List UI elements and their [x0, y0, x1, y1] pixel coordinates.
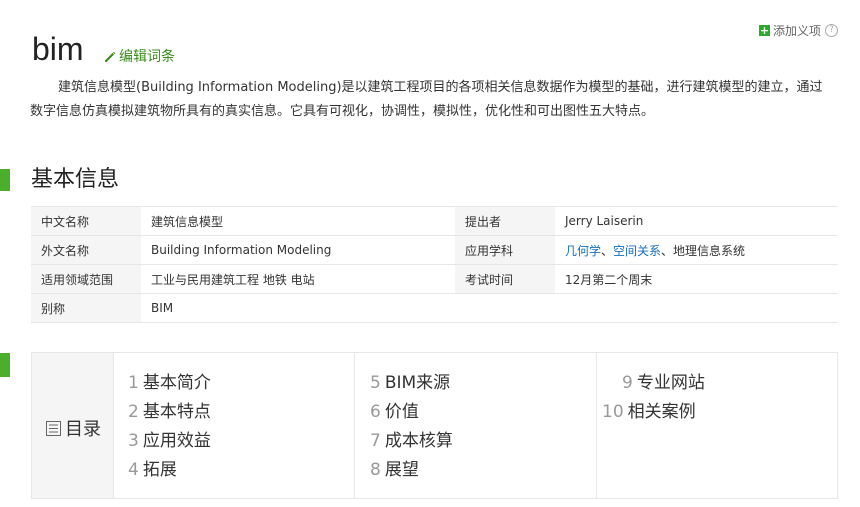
toc-item[interactable]: 9 专业网站	[612, 372, 705, 394]
section-accent-bar	[0, 353, 10, 377]
info-value: 几何学、空间关系、地理信息系统	[555, 235, 838, 265]
toc-item-number: 4	[128, 460, 139, 480]
toc-item-number: 10	[602, 402, 624, 422]
toc-column: 1 基本简介 2 基本特点 3 应用效益 4 拓展	[114, 353, 354, 498]
subject-link-geometry[interactable]: 几何学	[565, 244, 601, 258]
list-icon	[46, 420, 61, 436]
toc-item-label: BIM来源	[384, 373, 451, 393]
table-row: 适用领域范围 工业与民用建筑工程 地铁 电站 考试时间 12月第二个周末	[31, 264, 838, 294]
toc-header: 目录	[32, 353, 114, 498]
question-circle-icon[interactable]: ?	[825, 24, 838, 37]
toc-item-label: 应用效益	[142, 431, 211, 451]
toc-item-number: 1	[128, 373, 139, 393]
pencil-icon	[105, 51, 116, 62]
toc-item-number: 8	[370, 460, 381, 480]
toc-item[interactable]: 4 拓展	[128, 459, 177, 481]
info-label: 提出者	[455, 206, 555, 236]
toc-item-number: 6	[370, 402, 381, 422]
toc-item[interactable]: 1 基本简介	[128, 372, 211, 394]
plus-icon: +	[758, 24, 770, 37]
info-value: 建筑信息模型	[141, 206, 455, 236]
info-value: BIM	[141, 293, 455, 323]
toc-item-label: 成本核算	[384, 431, 453, 451]
toc-item[interactable]: 5 BIM来源	[370, 372, 450, 394]
info-empty-cell	[455, 293, 838, 323]
info-label: 适用领域范围	[31, 264, 141, 294]
toc-item-label: 专业网站	[636, 373, 705, 393]
toc-item-number: 2	[128, 402, 139, 422]
info-label: 别称	[31, 293, 141, 323]
section-accent-bar	[0, 169, 10, 191]
add-sense-link[interactable]: + 添加义项 ?	[758, 22, 838, 39]
table-row: 中文名称 建筑信息模型 提出者 Jerry Laiserin	[31, 206, 838, 236]
toc-item[interactable]: 7 成本核算	[370, 430, 453, 452]
info-label: 应用学科	[455, 235, 555, 265]
toc-item-label: 拓展	[142, 460, 177, 480]
info-value: Building Information Modeling	[141, 235, 455, 265]
table-of-contents: 目录 1 基本简介 2 基本特点 3 应用效益 4 拓展 5 BIM来源 6 价值 7 成本核…	[31, 352, 838, 499]
section-title-basic-info: 基本信息	[31, 167, 120, 192]
info-value: Jerry Laiserin	[555, 206, 838, 236]
add-sense-label: 添加义项	[772, 24, 821, 38]
info-label: 外文名称	[31, 235, 141, 265]
toc-item[interactable]: 8 展望	[370, 459, 419, 481]
toc-item-number: 7	[370, 431, 381, 451]
toc-item[interactable]: 10 相关案例	[602, 401, 696, 423]
edit-entry-link[interactable]: 编辑词条	[103, 46, 175, 66]
toc-item-label: 价值	[384, 402, 419, 422]
toc-item-label: 基本简介	[142, 373, 211, 393]
basic-info-table: 中文名称 建筑信息模型 提出者 Jerry Laiserin 外文名称 Buil…	[31, 206, 838, 323]
toc-item[interactable]: 3 应用效益	[128, 430, 211, 452]
toc-item[interactable]: 2 基本特点	[128, 401, 211, 423]
info-value: 工业与民用建筑工程 地铁 电站	[141, 264, 455, 294]
info-label: 中文名称	[31, 206, 141, 236]
toc-column: 9 专业网站 10 相关案例	[596, 353, 838, 498]
table-row: 别称 BIM	[31, 293, 838, 323]
toc-item-number: 9	[622, 373, 633, 393]
subject-link-spatial[interactable]: 空间关系	[613, 244, 661, 258]
page-title: bim	[32, 31, 84, 67]
subject-tail-text: 、地理信息系统	[661, 243, 746, 258]
toc-item-number: 3	[128, 431, 139, 451]
toc-item-label: 基本特点	[142, 402, 211, 422]
edit-entry-label: 编辑词条	[119, 49, 175, 65]
toc-item-number: 5	[370, 373, 381, 393]
table-row: 外文名称 Building Information Modeling 应用学科 …	[31, 235, 838, 265]
toc-column: 5 BIM来源 6 价值 7 成本核算 8 展望	[354, 353, 596, 498]
toc-item-label: 相关案例	[627, 402, 696, 422]
toc-title: 目录	[65, 419, 101, 440]
entry-summary: 建筑信息模型(Building Information Modeling)是以建…	[30, 80, 823, 119]
info-value: 12月第二个周末	[555, 264, 838, 294]
toc-item-label: 展望	[384, 460, 419, 480]
info-label: 考试时间	[455, 264, 555, 294]
toc-item[interactable]: 6 价值	[370, 401, 419, 423]
subject-separator: 、	[601, 243, 614, 258]
